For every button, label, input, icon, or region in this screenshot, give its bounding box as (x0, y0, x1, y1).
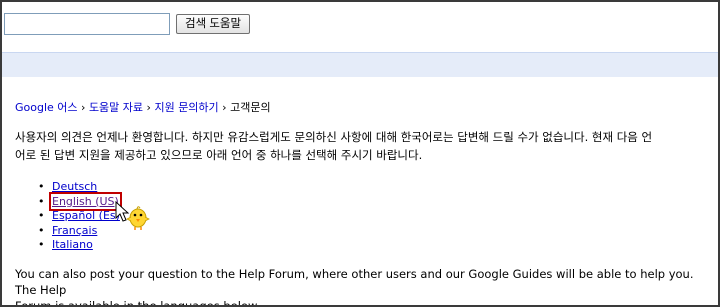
intro-line-2: 어로 된 답변 지원을 제공하고 있으므로 아래 언어 중 하나를 선택해 주시… (15, 148, 423, 162)
help-forum-line-2: Forum is available in the languages belo… (15, 299, 260, 307)
intro-text: 사용자의 의견은 언제나 환영합니다. 하지만 유감스럽게도 문의하신 사항에 … (15, 128, 718, 164)
language-link-english-us[interactable]: English (US) (49, 191, 122, 211)
browser-frame: 검색 도움말 Google 어스 › 도움말 자료 › 지원 문의하기 › 고객… (0, 0, 720, 307)
language-link-espanol[interactable]: Español (Es) (52, 209, 120, 222)
list-item: Deutsch (38, 180, 120, 195)
search-input[interactable] (4, 13, 170, 35)
language-link-deutsch[interactable]: Deutsch (52, 180, 97, 193)
list-item: Italiano (38, 238, 120, 253)
breadcrumb-link-google-earth[interactable]: Google 어스 (15, 101, 78, 114)
breadcrumb: Google 어스 › 도움말 자료 › 지원 문의하기 › 고객문의 (15, 99, 271, 115)
header-band (2, 53, 718, 77)
breadcrumb-current: 고객문의 (230, 101, 271, 114)
language-link-italiano[interactable]: Italiano (52, 238, 93, 251)
language-link-francais[interactable]: Français (52, 224, 97, 237)
cursor-mascot-icon (115, 200, 150, 230)
search-help-button[interactable]: 검색 도움말 (176, 14, 251, 34)
breadcrumb-separator: › (222, 101, 227, 114)
language-list: Deutsch English (US) Español (Es) França… (38, 180, 122, 253)
breadcrumb-link-help-resources[interactable]: 도움말 자료 (89, 101, 143, 114)
list-item: Français (38, 224, 120, 239)
intro-line-1: 사용자의 의견은 언제나 환영합니다. 하지만 유감스럽게도 문의하신 사항에 … (15, 130, 653, 144)
list-item: Español (Es) (38, 209, 120, 224)
breadcrumb-separator: › (81, 101, 86, 114)
search-bar: 검색 도움말 (4, 13, 251, 35)
list-item: English (US) (38, 191, 122, 211)
help-forum-line-1: You can also post your question to the H… (15, 267, 694, 297)
breadcrumb-separator: › (146, 101, 151, 114)
breadcrumb-link-contact-support[interactable]: 지원 문의하기 (154, 101, 218, 114)
help-forum-text: You can also post your question to the H… (15, 266, 715, 307)
